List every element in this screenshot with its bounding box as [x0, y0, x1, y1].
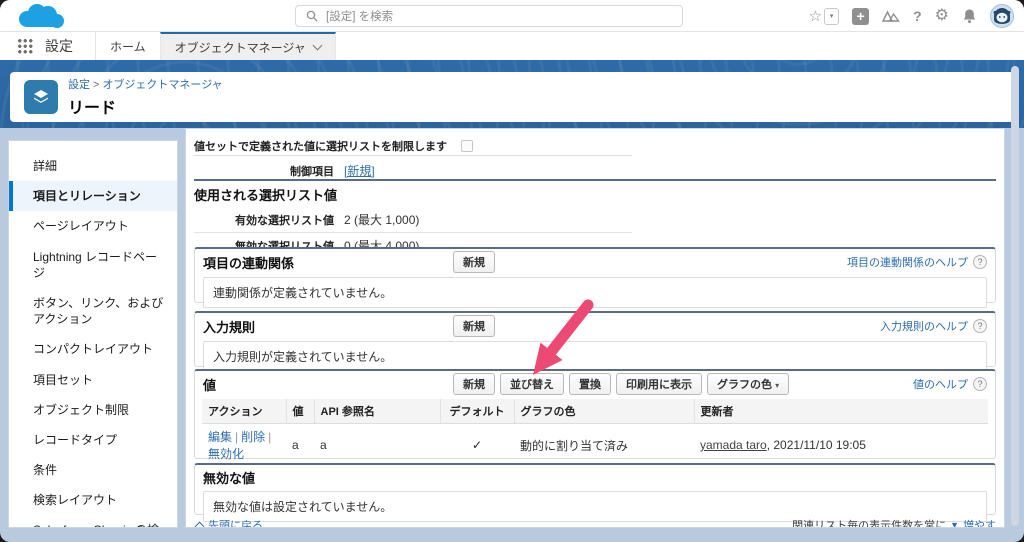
- dependencies-help-link[interactable]: 項目の連動関係のヘルプ: [847, 254, 968, 270]
- values-help-link[interactable]: 値のヘルプ: [913, 376, 968, 392]
- page-header-card: 設定 > オブジェクトマネージャ リード: [10, 72, 1014, 122]
- sidebar-item-record-types[interactable]: レコードタイプ: [9, 425, 177, 455]
- inactive-values-section: 無効な値 無効な値は設定されていません。: [194, 463, 996, 522]
- related-list-footer: 先頭に戻る 関連リスト毎の表示件数を常に ▼ 増やす: [194, 517, 996, 528]
- values-table-header-row: アクション 値 API 参照名 デフォルト グラフの色 更新者: [202, 399, 988, 424]
- global-search-input[interactable]: [設定] を検索: [295, 5, 683, 27]
- salesforce-logo: [19, 4, 64, 28]
- modified-date: , 2021/11/10 19:05: [766, 438, 866, 452]
- help-question-icon[interactable]: ?: [973, 255, 987, 269]
- edit-link[interactable]: 編集: [208, 430, 232, 444]
- value-cell: a: [286, 423, 314, 467]
- restrict-picklist-row: 値セットで定義された値に選択リストを制限します: [194, 138, 473, 154]
- object-icon: [24, 80, 58, 114]
- back-to-top-link[interactable]: 先頭に戻る: [208, 517, 263, 527]
- sidebar-item-buttons-links-actions[interactable]: ボタン、リンク、およびアクション: [9, 288, 177, 334]
- active-values-count: 2 (最大 1,000): [344, 213, 420, 227]
- validation-rules-title: 入力規則: [203, 319, 256, 335]
- inactive-values-title: 無効な値: [203, 470, 256, 486]
- help-icon[interactable]: ?: [913, 9, 922, 23]
- chevron-down-icon: ▾: [775, 381, 780, 390]
- deactivate-link[interactable]: 無効化: [208, 447, 244, 461]
- setup-banner: 設定 > オブジェクトマネージャ リード: [0, 60, 1024, 128]
- controlling-field-new-link[interactable]: [新規]: [344, 162, 375, 179]
- trailhead-icon[interactable]: [882, 9, 900, 24]
- sidebar-item-field-sets[interactable]: 項目セット: [9, 365, 177, 395]
- values-title: 値: [203, 377, 217, 393]
- chart-color-cell: 動的に割り当て済み: [514, 423, 694, 467]
- global-header: [設定] を検索 ☆ ▾ + ? ⚙: [0, 0, 1024, 32]
- setup-gear-icon[interactable]: ⚙: [935, 8, 949, 24]
- field-dependencies-title: 項目の連動関係: [203, 255, 295, 271]
- sidebar-item-page-layouts[interactable]: ページレイアウト: [9, 211, 177, 241]
- row-divider: [194, 155, 632, 156]
- footer-right-text: 関連リスト毎の表示件数を常に: [792, 520, 947, 528]
- values-replace-button[interactable]: 置換: [569, 373, 611, 395]
- search-icon: [306, 10, 318, 22]
- sidebar-item-compact-layouts[interactable]: コンパクトレイアウト: [9, 334, 177, 364]
- page-scrollbar[interactable]: [1011, 66, 1019, 526]
- active-values-row: 有効な選択リスト値 2 (最大 1,000): [194, 207, 632, 233]
- triangle-down-icon: ▼: [950, 520, 959, 528]
- dependencies-empty-message: 連動関係が定義されていません。: [203, 277, 987, 308]
- tab-object-manager[interactable]: オブジェクトマネージャ: [159, 32, 336, 60]
- validation-empty-message: 入力規則が定義されていません。: [203, 341, 987, 372]
- restrict-picklist-checkbox[interactable]: [461, 140, 473, 152]
- breadcrumb: 設定 > オブジェクトマネージャ: [68, 79, 223, 91]
- sidebar-item-classic-search-layouts[interactable]: Salesforce Classic の検索レイアウト: [9, 515, 177, 527]
- delete-link[interactable]: 削除: [241, 430, 265, 444]
- default-checkmark-icon: ✓: [471, 438, 483, 452]
- breadcrumb-setup-link[interactable]: 設定: [68, 79, 90, 91]
- validation-new-button[interactable]: 新規: [453, 315, 495, 337]
- controlling-field-row: 制御項目 [新規]: [194, 162, 375, 179]
- field-dependencies-section: 項目の連動関係 新規 項目の連動関係のヘルプ ? 連動関係が定義されていません。: [194, 247, 996, 308]
- dependencies-new-button[interactable]: 新規: [453, 251, 495, 273]
- search-placeholder: [設定] を検索: [326, 11, 394, 23]
- tab-home[interactable]: ホーム: [95, 32, 160, 60]
- sidebar-item-object-limits[interactable]: オブジェクト制限: [9, 395, 177, 425]
- chevron-down-icon: [312, 40, 323, 51]
- controlling-field-label: 制御項目: [290, 165, 334, 178]
- chevron-up-icon: [194, 521, 205, 527]
- object-manager-sidebar: 詳細 項目とリレーション ページレイアウト Lightning レコードページ …: [8, 140, 178, 528]
- sidebar-item-details[interactable]: 詳細: [9, 151, 177, 181]
- validation-rules-section: 入力規則 新規 入力規則のヘルプ ? 入力規則が定義されていません。: [194, 311, 996, 372]
- sidebar-item-lightning-record-pages[interactable]: Lightning レコードページ: [9, 242, 177, 288]
- values-table-row-a: 編集 | 削除 |無効化 a a ✓ 動的に割り当て済み yamada taro, 2…: [202, 423, 988, 467]
- values-printable-view-button[interactable]: 印刷用に表示: [616, 373, 702, 395]
- main-content: 値セットで定義された値に選択リストを制限します 制御項目 [新規] 使用される選…: [185, 128, 1005, 528]
- page-title: リード: [68, 100, 117, 117]
- notifications-bell-icon[interactable]: [962, 8, 977, 24]
- favorites-dropdown-button[interactable]: ▾: [824, 7, 840, 25]
- favorites-star-icon[interactable]: ☆: [809, 9, 822, 24]
- global-actions-button[interactable]: +: [852, 7, 870, 25]
- restrict-picklist-label: 値セットで定義された値に選択リストを制限します: [194, 141, 447, 153]
- values-section: 値 新規 並び替え 置換 印刷用に表示 グラフの色 ▾ 値のヘルプ ? アクショ…: [194, 369, 996, 509]
- validation-help-link[interactable]: 入力規則のヘルプ: [880, 318, 968, 334]
- sidebar-item-search-layouts[interactable]: 検索レイアウト: [9, 485, 177, 515]
- values-reorder-button[interactable]: 並び替え: [500, 373, 564, 395]
- values-chart-colors-button[interactable]: グラフの色 ▾: [707, 373, 790, 395]
- sidebar-item-fields-relationships[interactable]: 項目とリレーション: [9, 181, 177, 212]
- app-launcher-icon[interactable]: [18, 39, 33, 54]
- help-question-icon[interactable]: ?: [973, 377, 987, 391]
- help-question-icon[interactable]: ?: [973, 319, 987, 333]
- api-name-cell: a: [314, 423, 440, 467]
- salesforce-setup-window: [設定] を検索 ☆ ▾ + ? ⚙ 設定 ホーム オブジェクトマネージャ 設定…: [0, 0, 1024, 542]
- increase-link[interactable]: 増やす: [963, 517, 996, 527]
- breadcrumb-object-manager-link[interactable]: オブジェクトマネージャ: [102, 79, 222, 91]
- used-values-title: 使用される選択リスト値: [194, 188, 338, 203]
- values-new-button[interactable]: 新規: [453, 373, 495, 395]
- sidebar-item-conditions[interactable]: 条件: [9, 455, 177, 485]
- user-avatar[interactable]: [990, 4, 1014, 28]
- setup-nav-bar: 設定 ホーム オブジェクトマネージャ: [0, 32, 1024, 60]
- modified-by-user-link[interactable]: yamada taro: [700, 438, 767, 452]
- app-name: 設定: [45, 38, 73, 54]
